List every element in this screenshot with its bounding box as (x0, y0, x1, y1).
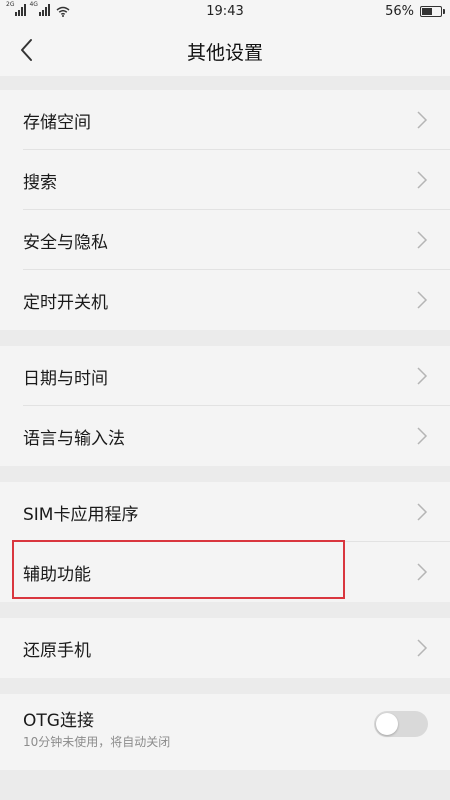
chevron-right-icon (417, 291, 428, 309)
settings-item-search[interactable]: 搜索 (0, 150, 450, 210)
chevron-right-icon (417, 427, 428, 445)
settings-item-reset-phone[interactable]: 还原手机 (0, 618, 450, 678)
battery-icon (420, 6, 445, 17)
settings-item-date-time[interactable]: 日期与时间 (0, 346, 450, 406)
settings-item-label: 辅助功能 (23, 565, 91, 585)
settings-item-storage[interactable]: 存储空间 (0, 90, 450, 150)
status-bar: 2G 4G 19:43 56% (0, 0, 450, 24)
settings-item-sim-apps[interactable]: SIM卡应用程序 (0, 482, 450, 542)
chevron-right-icon (417, 503, 428, 521)
settings-item-otg: OTG连接 10分钟未使用，将自动关闭 (0, 694, 450, 784)
otg-title: OTG连接 (23, 711, 94, 731)
settings-item-security-privacy[interactable]: 安全与隐私 (0, 210, 450, 270)
status-time: 19:43 (206, 4, 244, 19)
settings-group-1: 存储空间 搜索 安全与隐私 定时开关机 (0, 90, 450, 330)
chevron-right-icon (417, 563, 428, 581)
settings-item-accessibility[interactable]: 辅助功能 (0, 542, 450, 602)
chevron-right-icon (417, 171, 428, 189)
settings-item-label: SIM卡应用程序 (23, 505, 139, 525)
settings-item-label: 日期与时间 (23, 369, 108, 389)
settings-item-label: 语言与输入法 (23, 429, 125, 449)
settings-item-label: 搜索 (23, 173, 57, 193)
settings-group-3: SIM卡应用程序 辅助功能 (0, 482, 450, 602)
otg-toggle[interactable] (374, 711, 428, 737)
chevron-right-icon (417, 111, 428, 129)
settings-group-2: 日期与时间 语言与输入法 (0, 346, 450, 466)
settings-item-label: 定时开关机 (23, 293, 108, 313)
settings-item-scheduled-power[interactable]: 定时开关机 (0, 270, 450, 330)
battery-percent: 56% (385, 4, 414, 19)
settings-group-otg: OTG连接 10分钟未使用，将自动关闭 (0, 694, 450, 770)
otg-subtitle: 10分钟未使用，将自动关闭 (23, 735, 171, 749)
page-title: 其他设置 (186, 42, 263, 64)
title-bar: 其他设置 (0, 24, 450, 76)
settings-item-label: 存储空间 (23, 113, 91, 133)
status-icons-right: 56% (385, 4, 445, 19)
toggle-knob (376, 713, 398, 735)
battery-fill (422, 8, 432, 15)
chevron-right-icon (417, 639, 428, 657)
screen: 2G 4G 19:43 56% 其他设置 存储空间 搜索 安全与隐私 定时开关机… (0, 0, 450, 800)
settings-item-label: 安全与隐私 (23, 233, 108, 253)
settings-item-language-input[interactable]: 语言与输入法 (0, 406, 450, 466)
settings-group-4: 还原手机 (0, 618, 450, 678)
settings-item-label: 还原手机 (23, 641, 91, 661)
chevron-right-icon (417, 367, 428, 385)
chevron-right-icon (417, 231, 428, 249)
